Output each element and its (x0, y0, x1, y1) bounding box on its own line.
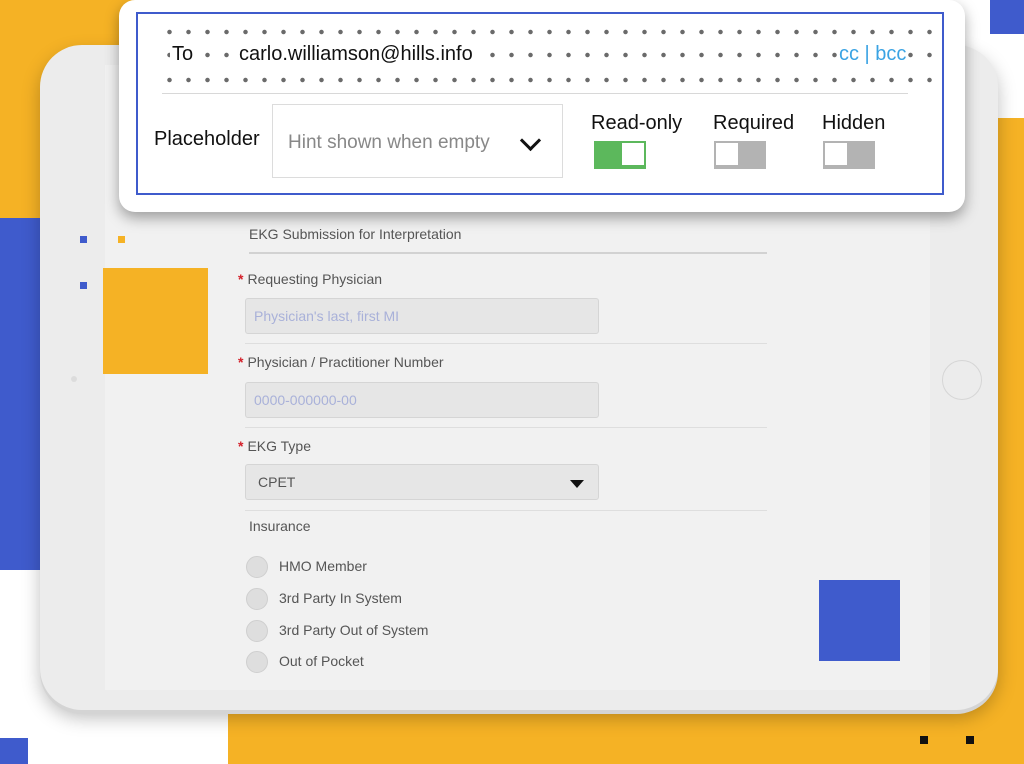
readonly-toggle[interactable] (594, 141, 646, 169)
decor-dot (920, 736, 928, 744)
tablet-home-button[interactable] (942, 360, 982, 400)
radio-3rd-party-in-system[interactable] (246, 588, 268, 610)
ekg-type-label: * EKG Type (238, 438, 312, 454)
decor-dot (966, 736, 974, 744)
radio-out-of-pocket[interactable] (246, 651, 268, 673)
ekg-type-select[interactable]: CPET (245, 464, 599, 500)
tablet-camera (71, 376, 77, 382)
practitioner-number-input[interactable]: 0000-000000-00 (245, 382, 599, 418)
radio-label: 3rd Party Out of System (279, 622, 429, 638)
divider (245, 427, 767, 428)
radio-3rd-party-out-of-system[interactable] (246, 620, 268, 642)
bg-orange-bottom-block (228, 705, 1024, 764)
dotted-border (160, 77, 938, 83)
to-label: To (170, 43, 196, 66)
decor-orange-square (103, 268, 208, 374)
decor-blue-square (819, 580, 900, 661)
practitioner-number-label: * Physician / Practitioner Number (238, 354, 444, 370)
ekg-type-value: CPET (258, 474, 296, 490)
placeholder-value: Hint shown when empty (288, 132, 490, 153)
dropdown-caret-icon (570, 480, 584, 488)
chevron-down-icon (519, 129, 542, 152)
form-title: EKG Submission for Interpretation (249, 226, 767, 254)
cc-bcc-link[interactable]: cc | bcc (839, 43, 907, 66)
practitioner-number-placeholder: 0000-000000-00 (254, 392, 357, 408)
physician-input[interactable]: Physician's last, first MI (245, 298, 599, 334)
readonly-label: Read-only (591, 112, 683, 134)
toggle-knob (716, 143, 738, 165)
dotted-border (160, 29, 938, 35)
divider (162, 93, 908, 94)
decor-mini-square (118, 236, 125, 243)
bg-blue-corner-block-bottom (0, 738, 28, 764)
insurance-label: Insurance (249, 518, 311, 534)
radio-label: 3rd Party In System (279, 590, 402, 606)
radio-label: HMO Member (279, 558, 367, 574)
placeholder-dropdown[interactable]: Hint shown when empty (272, 104, 563, 178)
divider (245, 343, 767, 344)
physician-label: * Requesting Physician (238, 271, 383, 287)
hidden-label: Hidden (822, 112, 886, 134)
hidden-toggle[interactable] (823, 141, 875, 169)
placeholder-label: Placeholder (154, 128, 260, 150)
bg-blue-corner-block (990, 0, 1024, 34)
required-toggle[interactable] (714, 141, 766, 169)
toggle-knob (622, 143, 644, 165)
physician-placeholder: Physician's last, first MI (254, 308, 400, 324)
to-email-value[interactable]: carlo.williamson@hills.info (239, 43, 479, 66)
radio-hmo-member[interactable] (246, 556, 268, 578)
divider (245, 510, 767, 511)
radio-label: Out of Pocket (279, 653, 364, 669)
required-label: Required (713, 112, 795, 134)
decor-mini-square (80, 282, 87, 289)
decor-mini-square (80, 236, 87, 243)
toggle-knob (825, 143, 847, 165)
